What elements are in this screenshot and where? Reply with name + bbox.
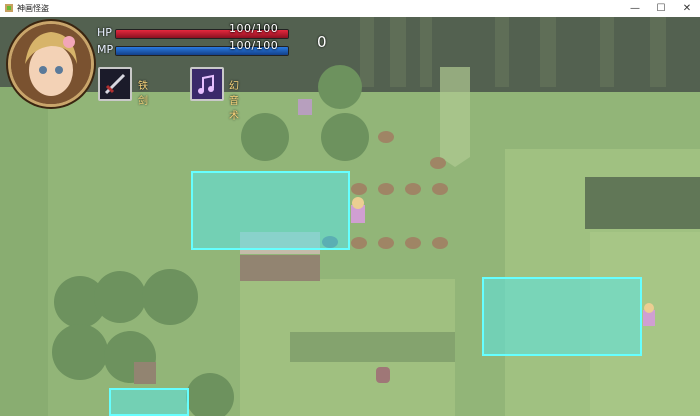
hp-label: HP	[97, 26, 112, 39]
maximize-icon: ☐	[656, 3, 666, 14]
score-counter: 0	[317, 33, 327, 51]
minimize-button[interactable]: —	[622, 0, 648, 17]
highlight-zone-2[interactable]	[482, 277, 642, 356]
mp-label: MP	[97, 43, 114, 56]
title-bar: 神画怪盗 — ☐ ✕	[0, 0, 700, 18]
close-button[interactable]: ✕	[674, 0, 700, 17]
close-icon: ✕	[682, 3, 692, 14]
minimize-icon: —	[630, 3, 640, 14]
skill-slot[interactable]	[190, 67, 224, 101]
sword-icon	[104, 73, 126, 95]
weapon-label: 铁剑	[138, 81, 148, 107]
mp-value: 100/100	[229, 39, 279, 52]
skill-label: 幻音术	[229, 81, 239, 122]
window-title: 神画怪盗	[17, 4, 49, 13]
highlight-zone-1[interactable]	[191, 171, 350, 250]
game-window: 神画怪盗 — ☐ ✕ HP 100/100 MP 100/100 0 铁剑 幻音…	[0, 0, 700, 416]
hp-value: 100/100	[229, 22, 279, 35]
highlight-zone-3[interactable]	[109, 388, 189, 416]
character-portrait	[8, 21, 94, 107]
app-icon	[5, 4, 13, 12]
music-note-icon	[192, 69, 222, 99]
maximize-button[interactable]: ☐	[648, 0, 674, 17]
portrait-image	[11, 24, 91, 104]
game-viewport[interactable]: HP 100/100 MP 100/100 0 铁剑 幻音术	[0, 17, 700, 416]
weapon-slot[interactable]	[98, 67, 132, 101]
